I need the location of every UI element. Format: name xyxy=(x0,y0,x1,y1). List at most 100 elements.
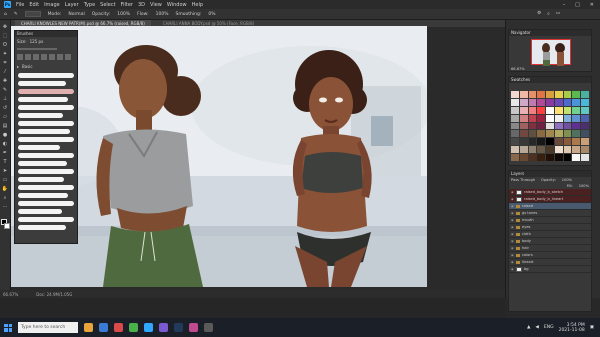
layer-fill-value[interactable]: 100% xyxy=(579,184,589,188)
color-swatches[interactable] xyxy=(0,219,10,229)
color-swatch[interactable] xyxy=(563,114,572,122)
visibility-eye-icon[interactable]: ◉ xyxy=(511,246,514,250)
menu-filter[interactable]: Filter xyxy=(121,2,133,8)
brush-preset[interactable] xyxy=(18,169,74,174)
color-swatch[interactable] xyxy=(537,154,546,161)
color-swatch[interactable] xyxy=(537,91,546,98)
notifications-icon[interactable]: ▣ xyxy=(590,325,594,330)
color-swatch[interactable] xyxy=(546,98,554,106)
magic-wand-icon[interactable]: ✦ xyxy=(2,51,9,57)
recent-brush[interactable] xyxy=(65,54,71,60)
brush-preset[interactable] xyxy=(18,193,69,198)
brush-preset[interactable] xyxy=(18,105,74,110)
layer-row[interactable]: ◉ lineart xyxy=(509,259,591,266)
color-swatch[interactable] xyxy=(572,138,581,146)
brush-tool-icon[interactable]: ✎ xyxy=(14,12,18,17)
crop-tool-icon[interactable]: ⌗ xyxy=(2,60,9,66)
color-swatch[interactable] xyxy=(519,114,528,122)
network-icon[interactable]: ▲ xyxy=(527,325,530,330)
color-swatch[interactable] xyxy=(528,106,537,114)
color-swatch[interactable] xyxy=(572,154,581,161)
color-swatch[interactable] xyxy=(511,114,519,122)
color-swatch[interactable] xyxy=(581,114,589,122)
color-swatch[interactable] xyxy=(581,154,589,161)
shape-tool-icon[interactable]: ▭ xyxy=(2,177,9,183)
color-swatch[interactable] xyxy=(528,130,537,138)
color-swatch[interactable] xyxy=(546,146,554,154)
color-swatch[interactable] xyxy=(581,130,589,138)
menu-type[interactable]: Type xyxy=(84,2,95,8)
file-explorer-icon[interactable] xyxy=(84,323,93,332)
color-swatch[interactable] xyxy=(554,146,563,154)
color-swatch[interactable] xyxy=(572,91,581,98)
color-swatch[interactable] xyxy=(519,106,528,114)
color-swatch[interactable] xyxy=(537,130,546,138)
brush-preset[interactable] xyxy=(18,177,64,182)
move-tool-icon[interactable]: ✥ xyxy=(2,24,9,30)
layer-row[interactable]: ◉ body xyxy=(509,238,591,245)
brush-preset[interactable] xyxy=(18,201,74,206)
color-swatch[interactable] xyxy=(511,154,519,161)
color-swatch[interactable] xyxy=(519,122,528,130)
color-swatch[interactable] xyxy=(581,122,589,130)
recent-brush[interactable] xyxy=(17,54,23,60)
color-swatch[interactable] xyxy=(519,91,528,98)
color-swatch[interactable] xyxy=(581,138,589,146)
color-swatch[interactable] xyxy=(546,154,554,161)
color-swatch[interactable] xyxy=(519,146,528,154)
color-swatch[interactable] xyxy=(554,154,563,161)
color-swatch[interactable] xyxy=(563,130,572,138)
color-swatch[interactable] xyxy=(581,91,589,98)
visibility-eye-icon[interactable]: ◉ xyxy=(511,225,514,229)
brush-size-slider[interactable] xyxy=(17,48,57,50)
color-swatch[interactable] xyxy=(546,130,554,138)
color-swatch[interactable] xyxy=(511,122,519,130)
gradient-tool-icon[interactable]: ▤ xyxy=(2,123,9,129)
menu-layer[interactable]: Layer xyxy=(65,2,79,8)
color-swatch[interactable] xyxy=(528,154,537,161)
eyedropper-icon[interactable]: ⁄ xyxy=(2,69,9,75)
visibility-eye-icon[interactable]: ◉ xyxy=(511,218,514,222)
color-swatch[interactable] xyxy=(572,114,581,122)
color-swatch[interactable] xyxy=(537,138,546,146)
zoom-tool-icon[interactable]: ⌕ xyxy=(2,195,9,201)
eraser-icon[interactable]: ▱ xyxy=(2,114,9,120)
language-indicator[interactable]: ENG xyxy=(544,325,554,330)
color-swatch[interactable] xyxy=(528,98,537,106)
recent-brush[interactable] xyxy=(41,54,47,60)
color-swatch[interactable] xyxy=(572,122,581,130)
blend-mode-select[interactable]: Pass Through xyxy=(511,178,535,182)
dodge-tool-icon[interactable]: ◐ xyxy=(2,141,9,147)
color-swatch[interactable] xyxy=(537,114,546,122)
menu-window[interactable]: Window xyxy=(167,2,187,8)
layer-row[interactable]: ◉ eyes xyxy=(509,224,591,231)
recent-brush[interactable] xyxy=(49,54,55,60)
visibility-eye-icon[interactable]: ◉ xyxy=(511,190,514,194)
brush-tool-icon[interactable]: ✎ xyxy=(2,87,9,93)
color-swatch[interactable] xyxy=(554,130,563,138)
brush-preset[interactable] xyxy=(18,209,62,214)
visibility-eye-icon[interactable]: ◉ xyxy=(511,204,514,208)
visibility-eye-icon[interactable]: ◉ xyxy=(511,211,514,215)
color-swatch[interactable] xyxy=(554,114,563,122)
workspace-icon[interactable]: ▭ xyxy=(556,11,560,17)
brush-preset[interactable] xyxy=(18,145,60,150)
search-icon[interactable]: ⌕ xyxy=(547,11,550,17)
color-swatch[interactable] xyxy=(511,138,519,146)
healing-tool-icon[interactable]: ✚ xyxy=(2,78,9,84)
color-swatch[interactable] xyxy=(546,122,554,130)
brush-preset-picker[interactable] xyxy=(24,11,41,17)
color-swatch[interactable] xyxy=(537,122,546,130)
layer-row[interactable]: ◉ raised_body_b_sketch xyxy=(509,189,591,196)
color-swatch[interactable] xyxy=(581,146,589,154)
layer-row[interactable]: ◉ cloth xyxy=(509,231,591,238)
color-swatch[interactable] xyxy=(563,138,572,146)
visibility-eye-icon[interactable]: ◉ xyxy=(511,260,514,264)
color-swatch[interactable] xyxy=(554,138,563,146)
brush-preset[interactable] xyxy=(18,73,74,78)
color-swatch[interactable] xyxy=(528,138,537,146)
brush-preset[interactable] xyxy=(18,137,74,142)
color-swatch[interactable] xyxy=(554,91,563,98)
brush-folder-name[interactable]: Basic xyxy=(22,64,33,69)
brush-preset[interactable] xyxy=(18,153,74,158)
